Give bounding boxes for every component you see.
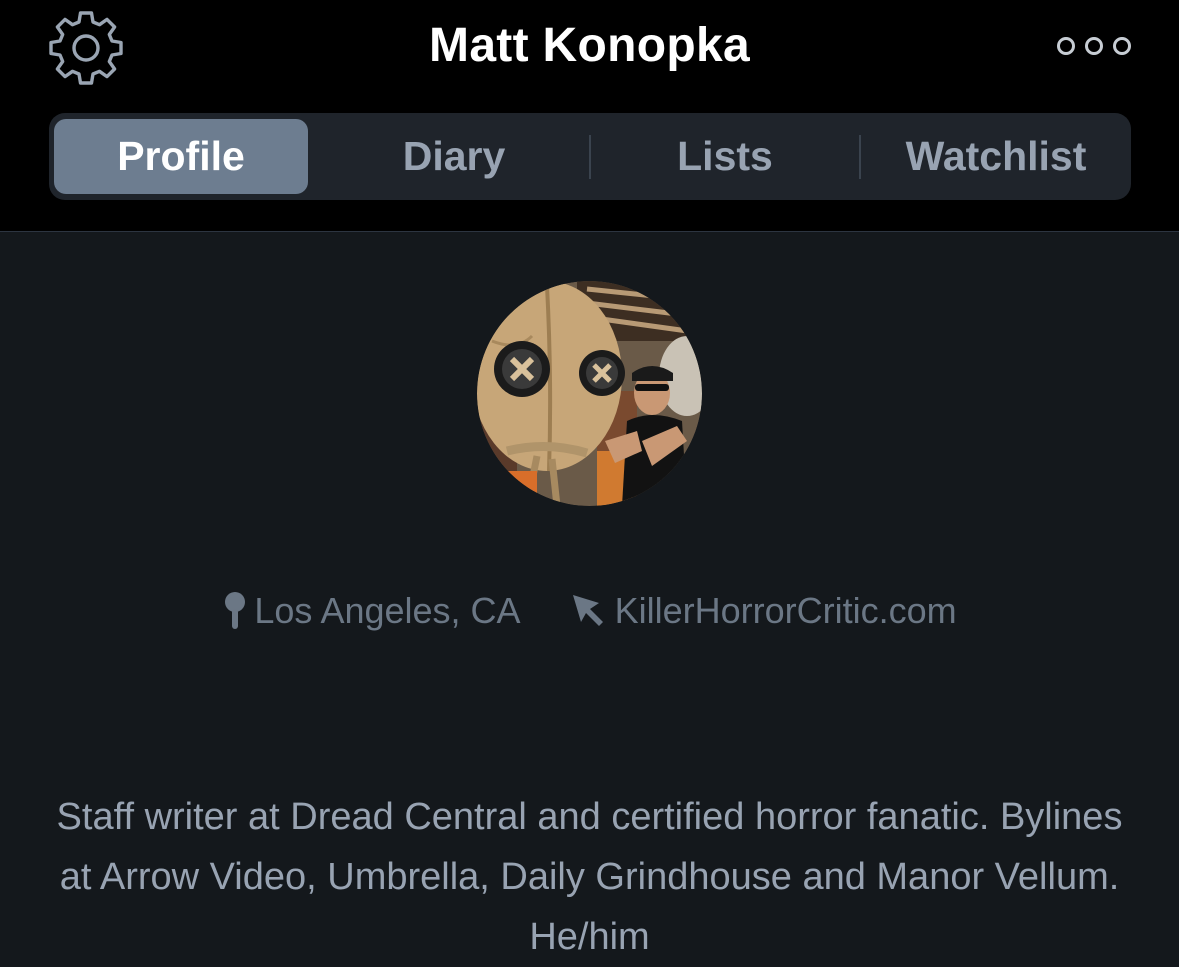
page-title: Matt Konopka [429,19,750,72]
tab-lists[interactable]: Lists [591,119,859,194]
location-label: Los Angeles, CA [254,590,521,631]
header-bar: Matt Konopka Profile Diary Lists Watchli… [0,0,1179,232]
location: Los Angeles, CA [222,590,521,632]
avatar[interactable] [477,281,702,506]
website-link[interactable]: KillerHorrorCritic.com [569,590,957,632]
profile-photo [477,281,702,506]
website-label[interactable]: KillerHorrorCritic.com [615,590,957,632]
profile-bio: Staff writer at Dread Central and certif… [56,796,1123,958]
tab-watchlist[interactable]: Watchlist [861,119,1131,194]
profile-meta: Los Angeles, CA KillerHorrorCritic.com [0,586,1179,636]
cursor-arrow-icon [572,595,603,626]
tab-diary[interactable]: Diary [319,119,589,194]
more-options-icon[interactable] [1054,34,1134,58]
tab-profile[interactable]: Profile [54,119,308,194]
tab-bar: Profile Diary Lists Watchlist [49,113,1131,200]
location-pin-icon [225,592,246,629]
